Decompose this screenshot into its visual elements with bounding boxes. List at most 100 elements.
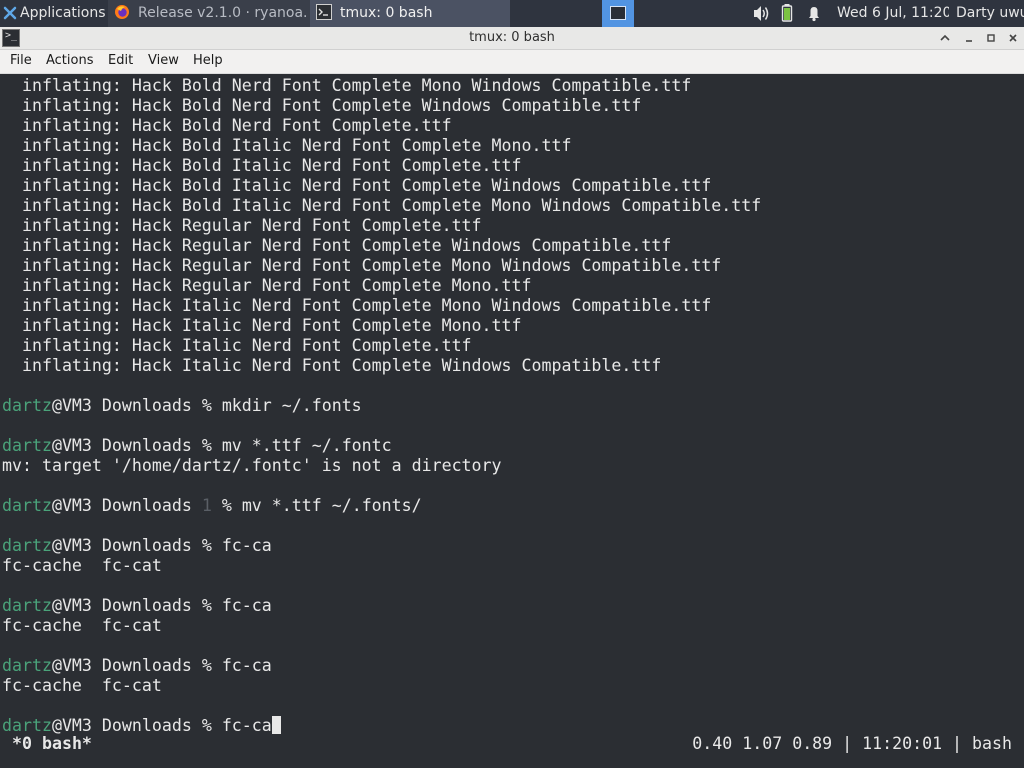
inflate-prefix: inflating: — [2, 76, 132, 95]
command-text: fc-ca — [221, 596, 272, 615]
terminal-line: inflating: Hack Bold Nerd Font Complete … — [2, 96, 1024, 116]
taskbar-item-terminal[interactable]: tmux: 0 bash — [310, 0, 510, 27]
inflated-file: Hack Bold Italic Nerd Font Complete Wind… — [131, 176, 712, 195]
terminal-line: inflating: Hack Bold Italic Nerd Font Co… — [2, 196, 1024, 216]
terminal-line: inflating: Hack Regular Nerd Font Comple… — [2, 256, 1024, 276]
terminal-line: inflating: Hack Regular Nerd Font Comple… — [2, 236, 1024, 256]
menu-file[interactable]: File — [8, 50, 34, 72]
maximize-button[interactable] — [982, 29, 1000, 47]
inflated-file: Hack Bold Italic Nerd Font Complete Mono… — [131, 196, 762, 215]
tmux-status-right: 0.40 1.07 0.89 | 11:20:01 | bash — [692, 734, 1012, 753]
prompt-host-dir: @VM3 Downloads — [51, 536, 202, 555]
inflate-prefix: inflating: — [2, 216, 132, 235]
terminal-line: inflating: Hack Regular Nerd Font Comple… — [2, 216, 1024, 236]
prompt-symbol: % — [201, 396, 212, 415]
terminal-line: inflating: Hack Bold Italic Nerd Font Co… — [2, 136, 1024, 156]
clock[interactable]: Wed 6 Jul, 11:20 — [837, 0, 949, 27]
tmux-status-bar: *0 bash* 0.40 1.07 0.89 | 11:20:01 | bas… — [0, 734, 1024, 754]
error-output: mv: target '/home/dartz/.fontc' is not a… — [2, 456, 502, 475]
volume-icon[interactable] — [752, 0, 772, 27]
current-prompt-line[interactable]: dartz@VM3 Downloads % fc-ca — [2, 716, 1024, 736]
prompt-host-dir: @VM3 Downloads — [51, 436, 202, 455]
terminal-line: inflating: Hack Bold Nerd Font Complete … — [2, 76, 1024, 96]
menu-actions[interactable]: Actions — [44, 50, 96, 72]
window-titlebar[interactable]: >_ tmux: 0 bash — [0, 27, 1024, 50]
prompt-symbol: % — [201, 536, 212, 555]
inflate-prefix: inflating: — [2, 276, 132, 295]
prompt-host-dir: @VM3 Downloads — [51, 716, 202, 735]
menubar: File Actions Edit View Help — [0, 50, 1024, 74]
prompt-user: dartz — [2, 496, 52, 515]
window-title: tmux: 0 bash — [469, 30, 555, 45]
prompt-line: dartz@VM3 Downloads % fc-ca — [2, 656, 1024, 676]
inflated-file: Hack Italic Nerd Font Complete.ttf — [131, 336, 472, 355]
prompt-line: dartz@VM3 Downloads % fc-ca — [2, 536, 1024, 556]
prompt-line: dartz@VM3 Downloads 1 % mv *.ttf ~/.font… — [2, 496, 1024, 516]
tmux-window-label[interactable]: *0 bash* — [12, 734, 92, 754]
prompt-symbol: % — [201, 656, 212, 675]
menu-edit[interactable]: Edit — [106, 50, 135, 72]
terminal-line: inflating: Hack Regular Nerd Font Comple… — [2, 276, 1024, 296]
inflate-prefix: inflating: — [2, 176, 132, 195]
inflate-prefix: inflating: — [2, 116, 132, 135]
prompt-symbol: % — [221, 496, 232, 515]
prompt-host-dir: @VM3 Downloads — [51, 496, 202, 515]
terminal-line: inflating: Hack Italic Nerd Font Complet… — [2, 316, 1024, 336]
inflated-file: Hack Bold Italic Nerd Font Complete.ttf — [131, 156, 522, 175]
minimize-button[interactable] — [960, 29, 978, 47]
notification-bell-icon[interactable] — [806, 0, 824, 27]
terminal-line: inflating: Hack Italic Nerd Font Complet… — [2, 356, 1024, 376]
top-panel: Applications Release v2.1.0 · ryanoa... … — [0, 0, 1024, 27]
inflated-file: Hack Regular Nerd Font Complete Mono.ttf — [131, 276, 532, 295]
completion-output: fc-cache fc-cat — [2, 676, 162, 695]
inflate-prefix: inflating: — [2, 256, 132, 275]
prompt-line: dartz@VM3 Downloads % mkdir ~/.fonts — [2, 396, 1024, 416]
terminal-area[interactable]: inflating: Hack Bold Nerd Font Complete … — [0, 74, 1024, 768]
inflated-file: Hack Bold Nerd Font Complete Mono Window… — [131, 76, 692, 95]
prompt-user: dartz — [2, 396, 52, 415]
taskbar-item-firefox[interactable]: Release v2.1.0 · ryanoa... — [108, 0, 310, 27]
taskbar-item-label: tmux: 0 bash — [340, 5, 433, 21]
prompt-user: dartz — [2, 596, 52, 615]
applications-menu[interactable]: Applications — [0, 0, 108, 27]
terminal-icon — [316, 4, 332, 20]
menu-help[interactable]: Help — [191, 50, 225, 72]
terminal-output: inflating: Hack Bold Nerd Font Complete … — [2, 76, 1024, 736]
command-text: mv *.ttf ~/.fonts/ — [241, 496, 422, 515]
inflated-file: Hack Bold Nerd Font Complete Windows Com… — [131, 96, 642, 115]
prompt-line: dartz@VM3 Downloads % mv *.ttf ~/.fontc — [2, 436, 1024, 456]
inflate-prefix: inflating: — [2, 156, 132, 175]
applications-label: Applications — [20, 5, 106, 21]
completion-output: fc-cache fc-cat — [2, 616, 162, 635]
terminal-line: inflating: Hack Italic Nerd Font Complet… — [2, 296, 1024, 316]
inflated-file: Hack Italic Nerd Font Complete Windows C… — [131, 356, 662, 375]
prompt-host-dir: @VM3 Downloads — [51, 396, 202, 415]
inflate-prefix: inflating: — [2, 336, 132, 355]
inflated-file: Hack Bold Nerd Font Complete.ttf — [131, 116, 452, 135]
inflate-prefix: inflating: — [2, 296, 132, 315]
menu-view[interactable]: View — [146, 50, 181, 72]
shade-window-button[interactable] — [936, 29, 954, 47]
inflated-file: Hack Italic Nerd Font Complete Mono.ttf — [131, 316, 522, 335]
terminal-line: inflating: Hack Bold Italic Nerd Font Co… — [2, 156, 1024, 176]
taskbar-item-label: Release v2.1.0 · ryanoa... — [138, 5, 306, 21]
command-text: mv *.ttf ~/.fontc — [221, 436, 392, 455]
prompt-symbol: % — [201, 596, 212, 615]
command-text: mkdir ~/.fonts — [221, 396, 362, 415]
command-text: fc-ca — [221, 536, 272, 555]
prompt-user: dartz — [2, 536, 52, 555]
command-input[interactable]: fc-ca — [222, 716, 272, 735]
text-cursor — [271, 716, 281, 734]
workspace-switcher[interactable] — [602, 0, 634, 27]
user-menu[interactable]: Darty uwu — [956, 0, 1024, 27]
prompt-user: dartz — [2, 436, 52, 455]
terminal-line: inflating: Hack Italic Nerd Font Complet… — [2, 336, 1024, 356]
inflate-prefix: inflating: — [2, 316, 132, 335]
close-button[interactable] — [1004, 29, 1022, 47]
prompt-host-dir: @VM3 Downloads — [51, 656, 202, 675]
battery-icon[interactable] — [780, 0, 796, 27]
